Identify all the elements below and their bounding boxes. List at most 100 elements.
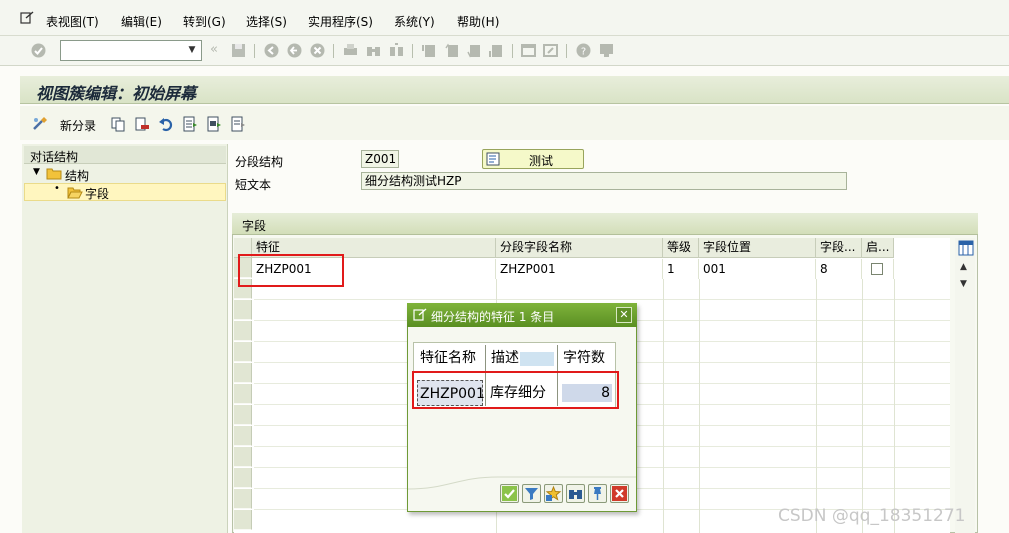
column-header-field-position[interactable]: 字段位置 — [699, 238, 816, 258]
menu-selection[interactable]: 选择(S) — [246, 13, 287, 30]
popup-column-description[interactable]: 描述 — [488, 345, 556, 371]
cancel-icon — [612, 486, 627, 501]
short-text-field[interactable]: 细分结构测试HZP — [361, 172, 847, 190]
tree-item-structure[interactable]: ▼ 结构 — [24, 165, 226, 183]
row-selector[interactable] — [234, 405, 252, 425]
expand-triangle-icon[interactable]: ▼ — [33, 167, 40, 177]
row-divider — [254, 299, 950, 300]
back-icon[interactable] — [263, 42, 280, 59]
new-entries-button[interactable]: 新分录 — [60, 117, 96, 134]
tree-item-field[interactable]: • 字段 — [24, 183, 226, 201]
toolbar-separator — [512, 44, 513, 58]
row-selector[interactable] — [234, 426, 252, 446]
menu-document-icon[interactable] — [20, 11, 34, 24]
toolbar-separator — [566, 44, 567, 58]
fields-group-title: 字段 — [242, 219, 267, 233]
row-selector[interactable] — [234, 468, 252, 488]
popup-title: 细分结构的特征 1 条目 — [431, 310, 555, 324]
svg-text:?: ? — [581, 47, 586, 58]
short-text-label: 短文本 — [235, 178, 272, 192]
cell-enabled — [862, 259, 894, 279]
shortcut-icon[interactable] — [542, 42, 559, 59]
menu-help[interactable]: 帮助(H) — [457, 13, 499, 30]
confirm-button[interactable] — [500, 484, 519, 503]
row-selector[interactable] — [234, 342, 252, 362]
test-button[interactable]: 测试 — [482, 149, 584, 169]
pin-icon — [594, 487, 601, 500]
scroll-up-icon[interactable]: ▲ — [960, 262, 967, 272]
select-block-icon[interactable] — [206, 116, 222, 132]
print-icon[interactable] — [342, 42, 359, 59]
menu-goto[interactable]: 转到(G) — [183, 13, 226, 30]
column-divider — [894, 279, 895, 533]
deselect-all-icon[interactable] — [230, 116, 246, 132]
row-selector[interactable] — [234, 447, 252, 467]
row-selector[interactable] — [234, 510, 252, 530]
menu-edit[interactable]: 编辑(E) — [121, 13, 162, 30]
cell-segment-field-name: ZHZP001 — [496, 259, 663, 279]
customize-layout-icon[interactable] — [598, 42, 615, 59]
toolbar-separator — [412, 44, 413, 58]
row-selector[interactable] — [234, 321, 252, 341]
tree-item-label: 字段 — [85, 187, 110, 201]
copy-icon[interactable] — [110, 116, 126, 132]
cell-field-length: 8 — [816, 259, 862, 279]
column-highlight — [520, 352, 554, 366]
open-folder-icon — [67, 187, 83, 199]
last-page-icon[interactable] — [488, 42, 505, 59]
new-selection-button[interactable] — [544, 484, 563, 503]
column-divider — [862, 279, 863, 533]
row-selector[interactable] — [234, 300, 252, 320]
menu-table-view[interactable]: 表视图(T) — [46, 13, 99, 30]
next-page-icon[interactable] — [466, 42, 483, 59]
enter-icon[interactable] — [30, 42, 47, 59]
bullet-icon: • — [54, 183, 60, 194]
row-selector[interactable] — [234, 489, 252, 509]
chevron-down-icon[interactable]: ▼ — [185, 44, 199, 57]
pin-button[interactable] — [588, 484, 607, 503]
segment-structure-field[interactable]: Z001 — [361, 150, 399, 168]
previous-page-icon[interactable] — [444, 42, 461, 59]
menu-utilities[interactable]: 实用程序(S) — [308, 13, 373, 30]
popup-document-icon — [413, 308, 427, 321]
highlight-box — [238, 254, 344, 287]
exit-icon[interactable] — [286, 42, 303, 59]
popup-column-description-label: 描述 — [491, 350, 519, 366]
row-selector[interactable] — [234, 384, 252, 404]
column-header-level[interactable]: 等级 — [663, 238, 699, 258]
help-icon[interactable]: ? — [575, 42, 592, 59]
popup-title-bar: 细分结构的特征 1 条目 ✕ — [407, 303, 637, 327]
row-selector[interactable] — [234, 363, 252, 383]
command-field[interactable]: ▼ — [60, 40, 202, 61]
filter-icon — [525, 488, 538, 500]
display-change-icon[interactable] — [32, 116, 48, 132]
menu-system[interactable]: 系统(Y) — [394, 13, 435, 30]
column-divider — [699, 279, 700, 533]
collapse-arrow-icon[interactable]: « — [210, 42, 218, 57]
delete-icon[interactable] — [134, 116, 150, 132]
filter-button[interactable] — [522, 484, 541, 503]
enabled-checkbox[interactable] — [871, 263, 883, 275]
close-icon[interactable]: ✕ — [616, 307, 632, 323]
cell-field-position: 001 — [699, 259, 816, 279]
popup-column-char-count[interactable]: 字符数 — [560, 345, 614, 371]
popup-column-feature-name[interactable]: 特征名称 — [417, 345, 484, 371]
find-button[interactable] — [566, 484, 585, 503]
first-page-icon[interactable] — [421, 42, 438, 59]
select-all-icon[interactable] — [182, 116, 198, 132]
cancel-icon[interactable] — [309, 42, 326, 59]
column-header-field-length[interactable]: 字段... — [816, 238, 862, 258]
save-icon[interactable] — [230, 42, 247, 59]
title-bar: 视图簇编辑：初始屏幕 — [20, 76, 1009, 104]
column-header-segment-field-name[interactable]: 分段字段名称 — [496, 238, 663, 258]
undo-icon[interactable] — [158, 116, 174, 132]
scroll-down-icon[interactable]: ▼ — [960, 279, 967, 289]
dialog-structure-header: 对话结构 — [24, 146, 226, 164]
table-settings-icon[interactable] — [958, 240, 974, 256]
find-next-icon[interactable] — [388, 42, 405, 59]
find-icon[interactable] — [365, 42, 382, 59]
cancel-button[interactable] — [610, 484, 629, 503]
create-session-icon[interactable] — [520, 42, 537, 59]
checkmark-icon — [502, 486, 517, 501]
column-header-enabled[interactable]: 启... — [862, 238, 894, 258]
